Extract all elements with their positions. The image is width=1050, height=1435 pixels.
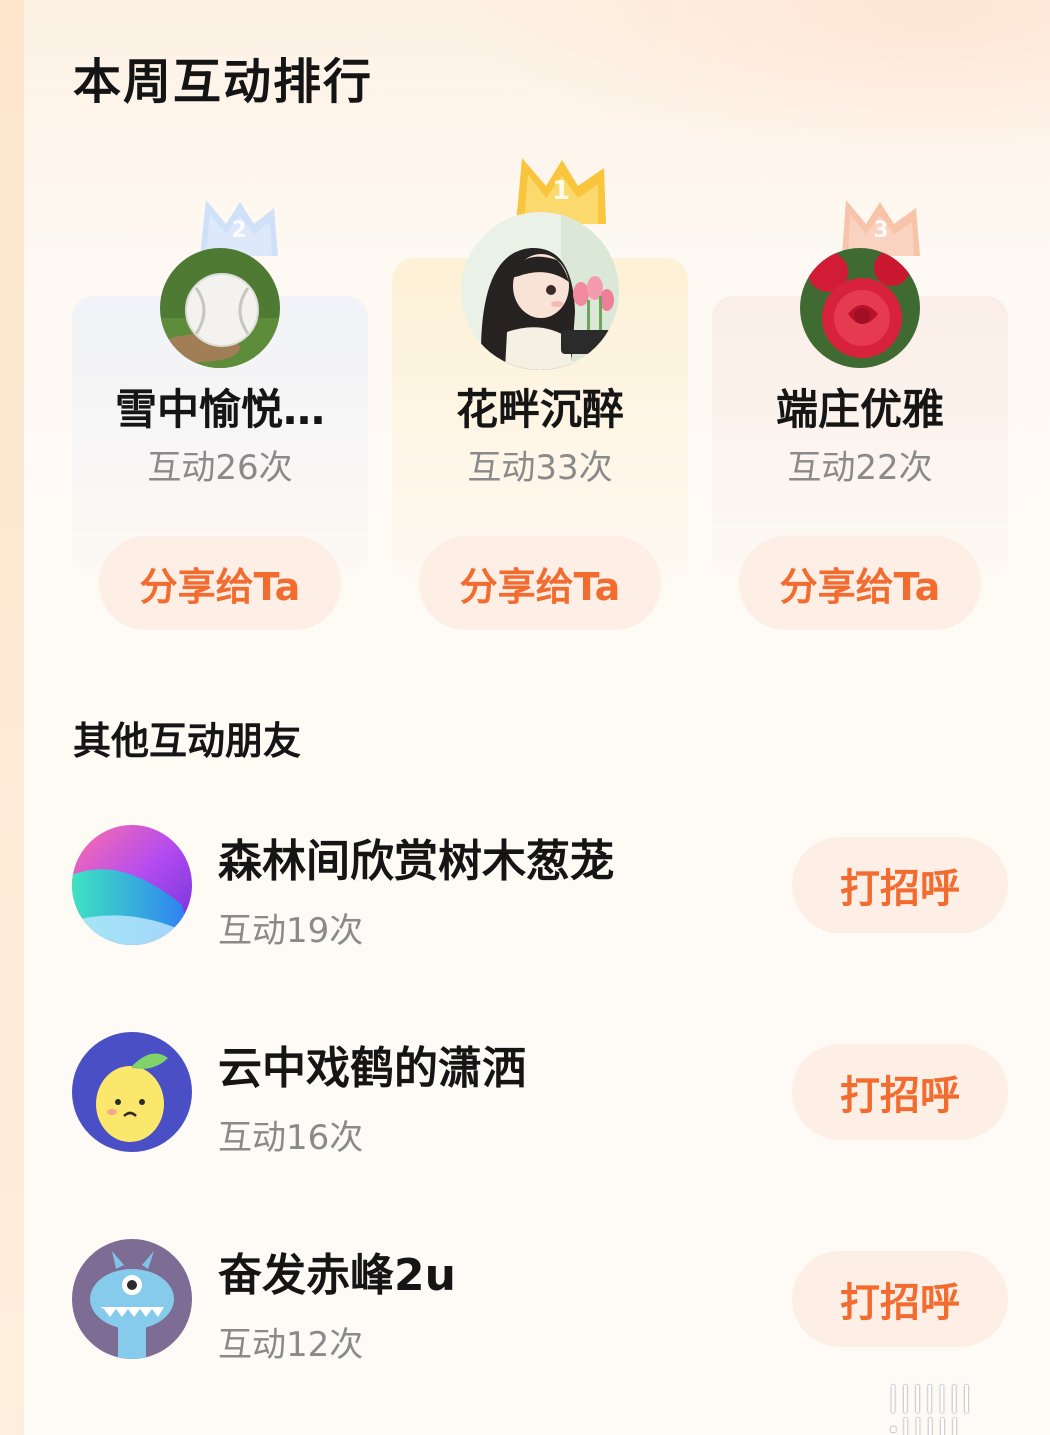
left-edge-strip: [0, 0, 24, 1435]
friend-name: 森林间欣赏树木葱茏: [218, 836, 614, 887]
page-title: 本周互动排行: [73, 54, 374, 110]
friend-count: 互动12次: [218, 1325, 364, 1365]
rank-1-count: 互动33次: [467, 448, 613, 488]
gradient-wave-avatar: [72, 825, 192, 945]
friend-count: 互动16次: [218, 1118, 364, 1158]
rank-3-name: 端庄优雅: [775, 385, 944, 434]
list-item[interactable]: 奋发赤峰2u 互动12次 打招呼: [0, 1239, 1050, 1379]
others-section-title: 其他互动朋友: [73, 719, 302, 763]
greet-button[interactable]: 打招呼: [792, 1251, 1008, 1347]
baseball-avatar[interactable]: [160, 248, 280, 368]
girl-illustration-avatar[interactable]: [461, 212, 619, 370]
rank-2-number: 2: [231, 218, 247, 243]
friend-name: 奋发赤峰2u: [218, 1250, 456, 1301]
friend-count: 互动19次: [218, 911, 364, 951]
list-item[interactable]: 森林间欣赏树木葱茏 互动19次 打招呼: [0, 825, 1050, 965]
rank-3-share-button[interactable]: 分享给Ta: [739, 536, 981, 630]
watermark: |||||||·|||||: [888, 1380, 974, 1435]
rank-2-share-button[interactable]: 分享给Ta: [99, 536, 341, 630]
interaction-ranking-page: 本周互动排行 2 1 3 雪中愉悦… 互动26次 分享给Ta 花畔沉醉 互动33…: [0, 0, 1050, 1435]
rank-1-name: 花畔沉醉: [455, 385, 624, 434]
lemon-avatar: [72, 1032, 192, 1152]
monster-avatar: [72, 1239, 192, 1359]
rank-1-share-button[interactable]: 分享给Ta: [419, 536, 661, 630]
greet-button[interactable]: 打招呼: [792, 1044, 1008, 1140]
rank-1-number: 1: [551, 176, 571, 206]
rank-2-count: 互动26次: [147, 448, 293, 488]
friend-name: 云中戏鹤的潇洒: [218, 1043, 526, 1094]
rank-2-name: 雪中愉悦…: [114, 385, 325, 434]
greet-button[interactable]: 打招呼: [792, 837, 1008, 933]
rank-3-number: 3: [873, 218, 889, 243]
list-item[interactable]: 云中戏鹤的潇洒 互动16次 打招呼: [0, 1032, 1050, 1172]
red-rose-avatar[interactable]: [800, 248, 920, 368]
header-decoration: [450, 0, 1050, 160]
rank-3-count: 互动22次: [787, 448, 933, 488]
